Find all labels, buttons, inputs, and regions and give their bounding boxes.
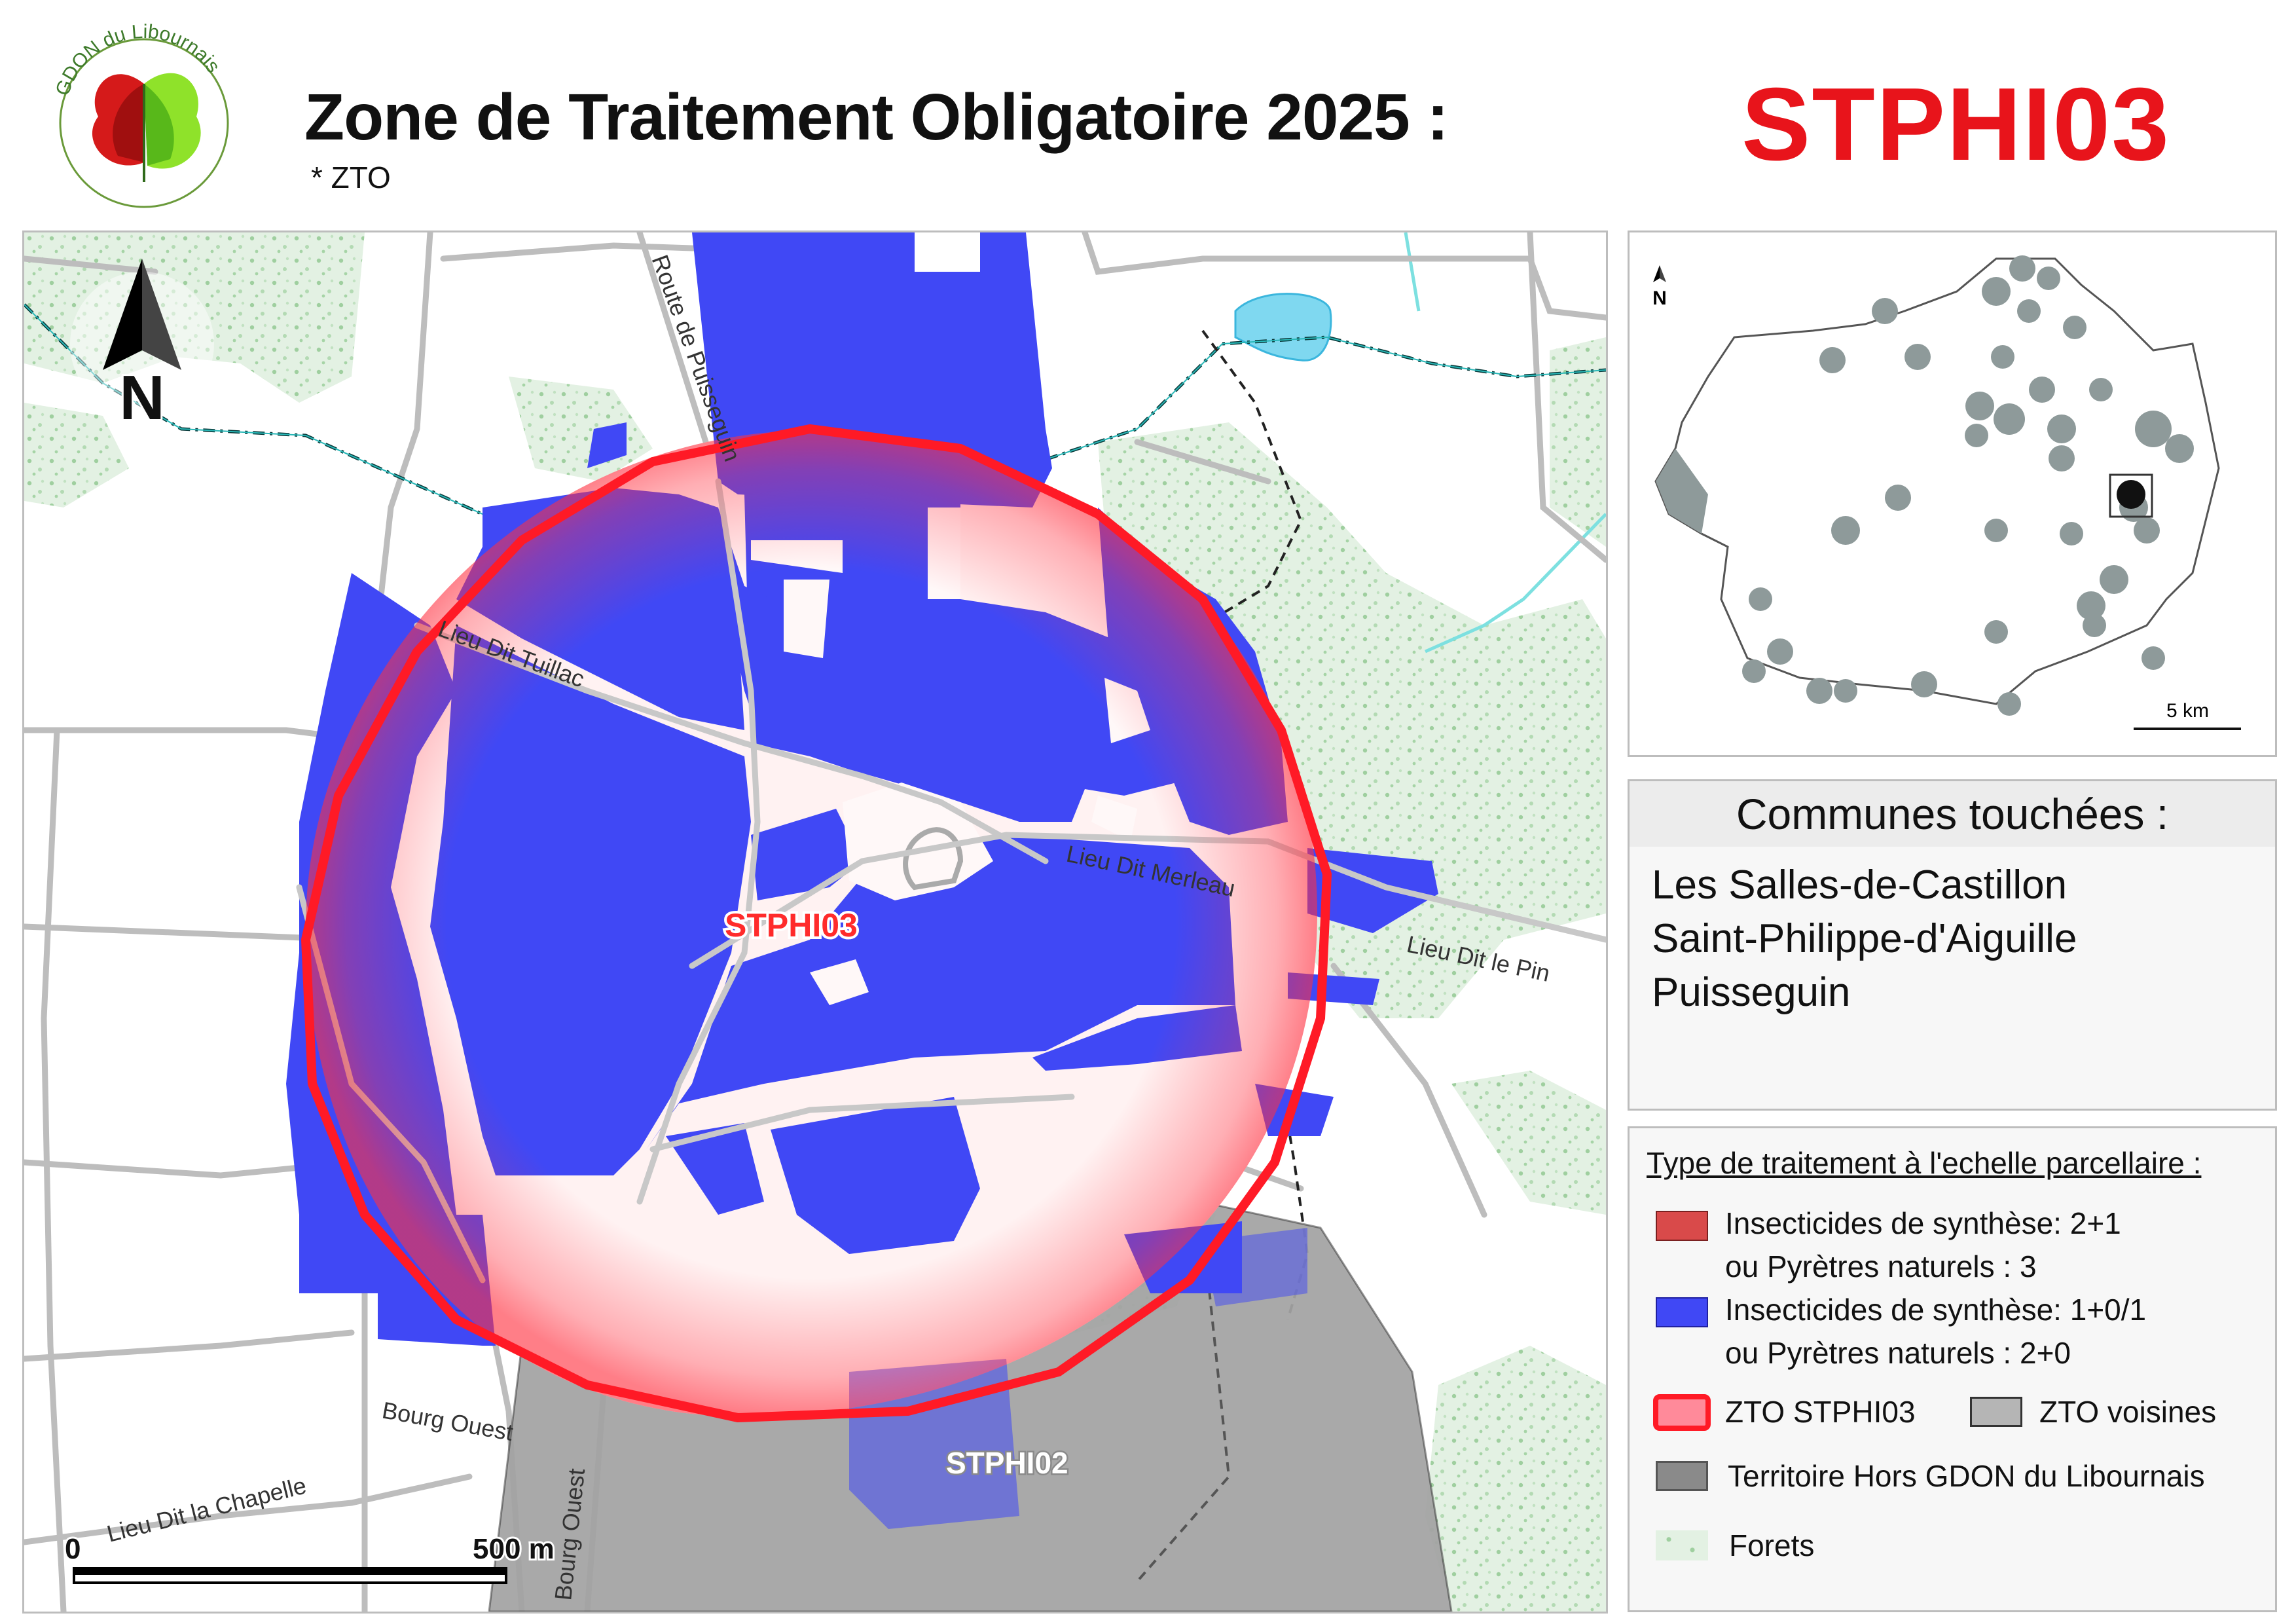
zone-code: STPHI03 bbox=[1741, 67, 2171, 182]
commune-item: Les Salles-de-Castillon bbox=[1652, 862, 2068, 908]
inset-north-arrow: N bbox=[1652, 265, 1667, 309]
legend-zto-label: ZTO STPHI03 bbox=[1725, 1395, 1916, 1429]
legend-swatch-zto-voisines bbox=[1970, 1397, 2022, 1427]
scale-end: 500 m bbox=[473, 1533, 555, 1565]
pond bbox=[1234, 293, 1332, 361]
inset-north-label: N bbox=[1652, 287, 1667, 309]
main-map[interactable]: Route de Puisseguin Lieu Dit Tuillac Lie… bbox=[22, 231, 1608, 1614]
legend-forets-label: Forets bbox=[1729, 1528, 1815, 1562]
inset-map[interactable]: N 5 km bbox=[1628, 231, 2277, 757]
map-title: Zone de Traitement Obligatoire 2025 : bbox=[304, 81, 1449, 154]
map-subtitle: * ZTO bbox=[311, 160, 391, 194]
legend-red-line1: Insecticides de synthèse: 2+1 bbox=[1725, 1206, 2121, 1240]
neighbour-zto-label: STPHI02 bbox=[946, 1446, 1068, 1480]
commune-item: Saint-Philippe-d'Aiguille bbox=[1652, 916, 2077, 961]
scale-start: 0 bbox=[65, 1533, 81, 1565]
legend-zto-voisines-label: ZTO voisines bbox=[2039, 1395, 2217, 1429]
legend-title: Type de traitement à l'echelle parcellai… bbox=[1647, 1146, 2202, 1180]
legend-blue-line2: ou Pyrètres naturels : 2+0 bbox=[1725, 1336, 2071, 1370]
inset-scale-label: 5 km bbox=[2166, 700, 2209, 722]
legend-panel: Type de traitement à l'echelle parcellai… bbox=[1628, 1126, 2277, 1612]
zto-locator-dot bbox=[2117, 480, 2145, 509]
legend-hors-label: Territoire Hors GDON du Libournais bbox=[1728, 1459, 2205, 1493]
north-label: N bbox=[119, 363, 164, 433]
commune-item: Puisseguin bbox=[1652, 970, 1851, 1015]
zto-label: STPHI03 bbox=[725, 907, 858, 944]
legend-blue-line1: Insecticides de synthèse: 1+0/1 bbox=[1725, 1293, 2147, 1327]
legend-swatch-red bbox=[1656, 1211, 1708, 1241]
gdon-logo: GDON du Libournais bbox=[39, 12, 249, 221]
communes-title: Communes touchées : bbox=[1630, 781, 2275, 847]
communes-list: Les Salles-de-Castillon Saint-Philippe-d… bbox=[1652, 858, 2077, 1020]
inset-scale-bar: 5 km bbox=[2134, 700, 2241, 730]
legend-swatch-zto bbox=[1653, 1394, 1711, 1431]
legend-swatch-hors bbox=[1656, 1461, 1708, 1491]
scale-bar: 0 500 m bbox=[63, 1531, 556, 1584]
road-label: Bourg Ouest bbox=[380, 1397, 515, 1446]
legend-swatch-forets bbox=[1656, 1530, 1708, 1560]
legend-swatch-blue bbox=[1656, 1297, 1708, 1327]
legend-red-line2: ou Pyrètres naturels : 3 bbox=[1725, 1249, 2037, 1283]
communes-panel: Communes touchées : Les Salles-de-Castil… bbox=[1628, 779, 2277, 1111]
